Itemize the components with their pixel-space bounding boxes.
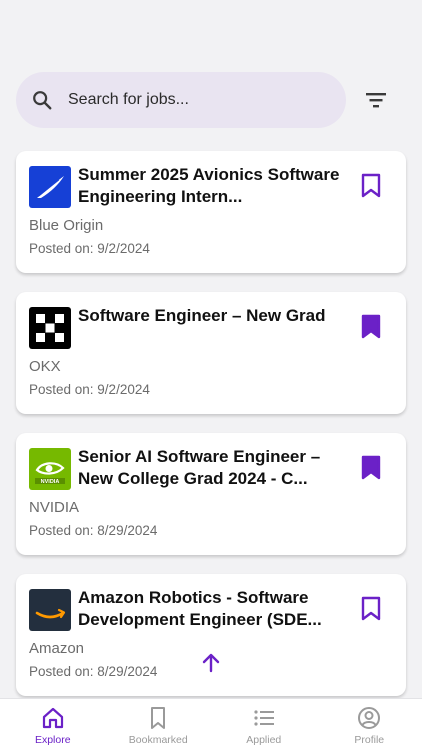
tab-label: Applied [246,734,282,746]
posted-date: Posted on: 8/29/2024 [29,523,158,538]
bookmark-button[interactable] [360,173,382,199]
tab-profile[interactable]: Profile [317,699,422,750]
bookmark-button[interactable] [360,455,382,481]
posted-date: Posted on: 9/2/2024 [29,382,150,397]
company-name: Blue Origin [29,217,104,234]
job-card-header: Software Engineer – New Grad [29,305,392,349]
job-card-header: Amazon Robotics - Software Development E… [29,587,392,631]
job-card[interactable]: Amazon Robotics - Software Development E… [16,574,406,696]
amazon-logo [29,589,71,631]
svg-text:NVIDIA: NVIDIA [41,479,60,485]
job-list: Summer 2025 Avionics Software Engineerin… [16,151,406,715]
tab-label: Bookmarked [128,734,188,746]
job-card-header: Summer 2025 Avionics Software Engineerin… [29,164,392,208]
posted-date: Posted on: 9/2/2024 [29,241,150,256]
blue-origin-logo [29,166,71,208]
tab-explore[interactable]: Explore [0,699,105,750]
list-icon [254,710,274,726]
bookmark-filled-icon [361,314,381,339]
bookmark-icon [151,707,166,729]
tab-bookmarked[interactable]: Bookmarked [106,699,211,750]
job-title: Software Engineer – New Grad [78,306,326,325]
company-name: NVIDIA [29,499,80,516]
search-row [16,72,406,128]
job-title: Amazon Robotics - Software Development E… [78,588,322,629]
company-name: OKX [29,358,61,375]
nvidia-logo: NVIDIA [29,448,71,490]
search-bar[interactable] [16,72,346,128]
job-card[interactable]: Summer 2025 Avionics Software Engineerin… [16,151,406,273]
bookmark-filled-icon [361,455,381,480]
search-input[interactable] [68,91,308,109]
profile-icon [358,707,381,729]
job-card[interactable]: NVIDIA Senior AI Software Engineer – New… [16,433,406,555]
job-title: Summer 2025 Avionics Software Engineerin… [78,165,340,206]
okx-logo [29,307,71,349]
tab-label: Explore [34,734,71,746]
home-icon [42,707,63,729]
job-card[interactable]: Software Engineer – New Grad OKX Posted … [16,292,406,414]
filter-icon [366,93,386,108]
explore-screen: Summer 2025 Avionics Software Engineerin… [0,0,422,750]
bookmark-outline-icon [361,173,381,198]
tab-label: Profile [354,734,385,746]
bottom-tab-bar: Explore Bookmarked Applied Profile [0,698,422,750]
bookmark-button[interactable] [360,314,382,340]
job-card-header: NVIDIA Senior AI Software Engineer – New… [29,446,392,490]
search-icon [30,88,54,112]
bookmark-outline-icon [361,596,381,621]
filter-button[interactable] [362,86,390,114]
scroll-to-top-button[interactable] [200,652,222,674]
job-title: Senior AI Software Engineer – New Colleg… [78,447,321,488]
tab-applied[interactable]: Applied [211,699,316,750]
bookmark-button[interactable] [360,596,382,622]
arrow-up-icon [202,653,220,673]
